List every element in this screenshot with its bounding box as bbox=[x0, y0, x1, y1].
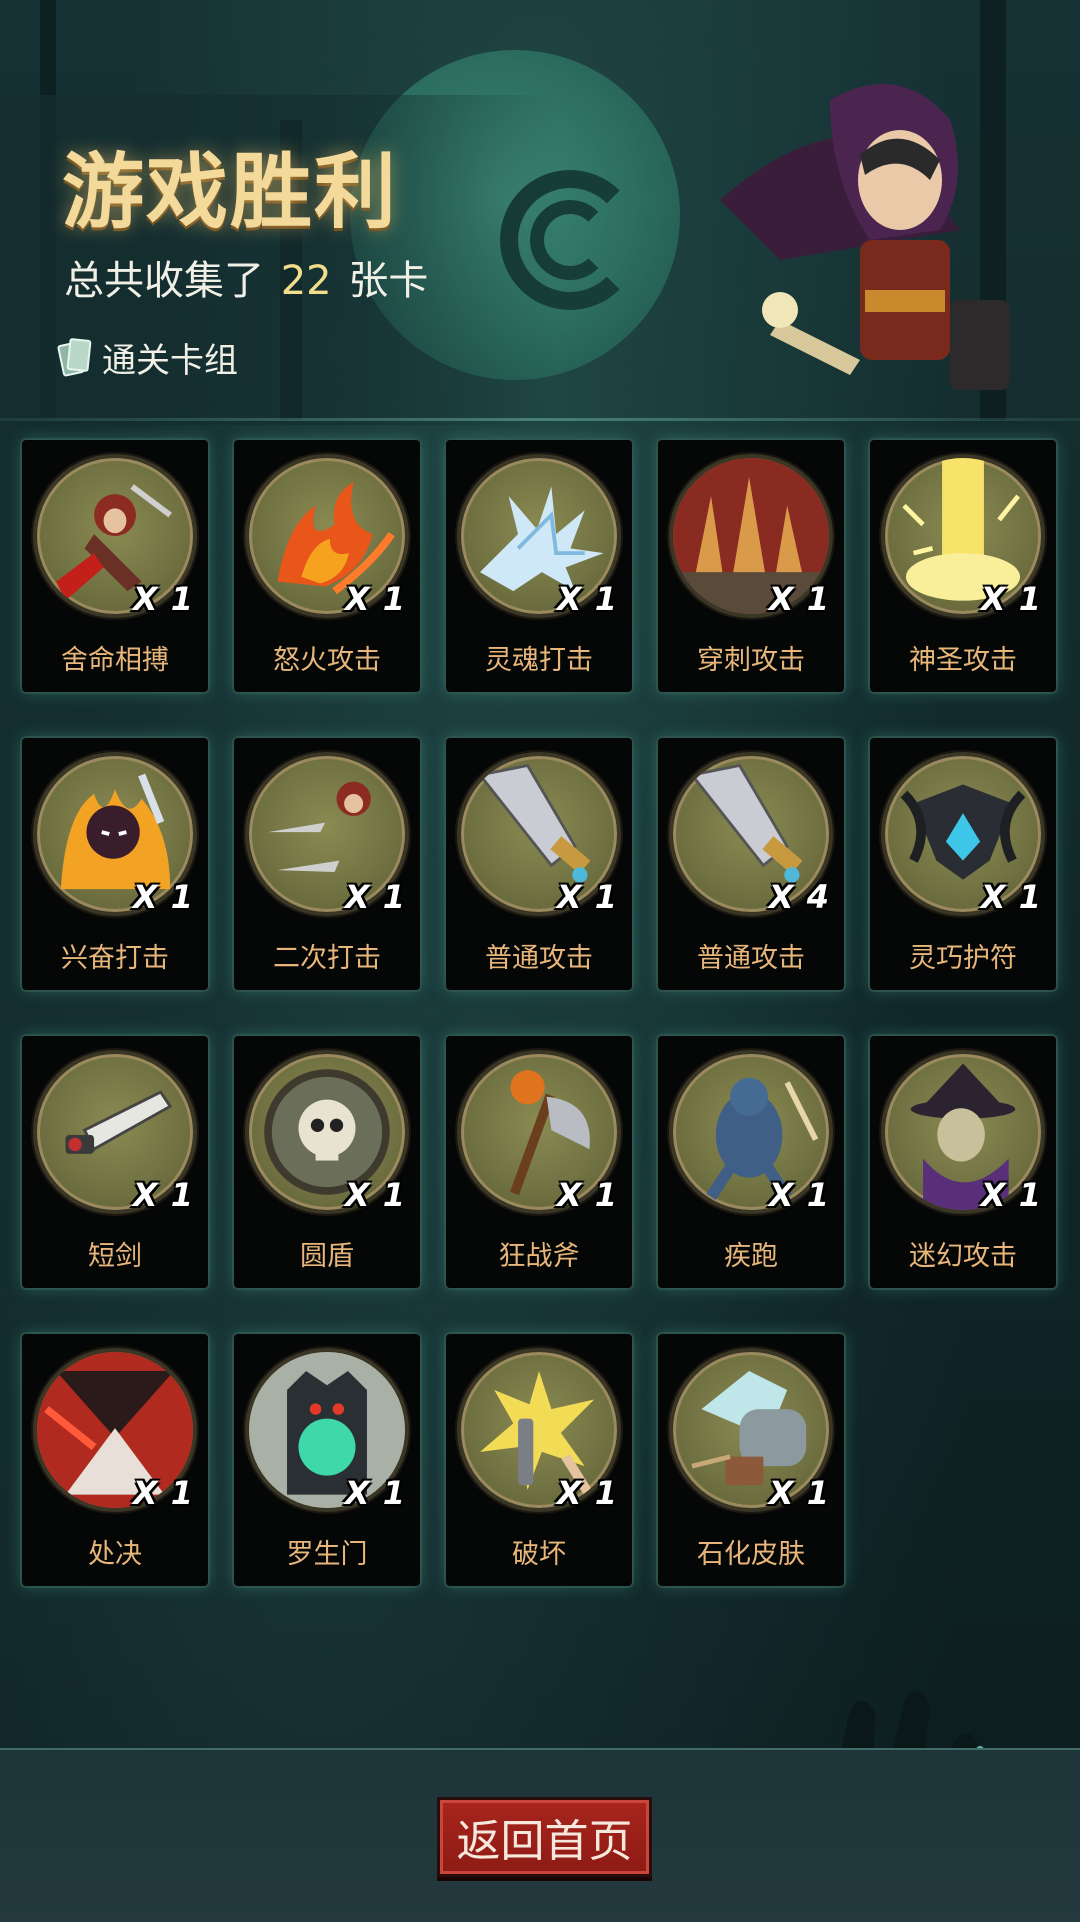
card-quantity: X 1 bbox=[980, 1176, 1042, 1214]
card-count: 22 bbox=[280, 258, 332, 304]
card-quantity: X 1 bbox=[980, 580, 1042, 618]
card-tile[interactable]: X 1 二次打击 bbox=[234, 738, 420, 990]
card-name: 疾跑 bbox=[724, 1241, 778, 1272]
card-name: 处决 bbox=[88, 1539, 142, 1570]
divider bbox=[0, 418, 1080, 421]
card-tile[interactable]: X 1 疾跑 bbox=[658, 1036, 844, 1288]
card-name: 神圣攻击 bbox=[909, 645, 1017, 676]
deck-label-text: 通关卡组 bbox=[102, 341, 238, 381]
card-name: 迷幻攻击 bbox=[909, 1241, 1017, 1272]
card-quantity: X 1 bbox=[556, 1474, 618, 1512]
summary-prefix: 总共收集了 bbox=[64, 258, 264, 304]
summary-suffix: 张卡 bbox=[348, 258, 429, 304]
card-name: 怒火攻击 bbox=[273, 645, 381, 676]
card-name: 灵魂打击 bbox=[485, 645, 593, 676]
card-tile[interactable]: X 1 石化皮肤 bbox=[658, 1334, 844, 1586]
card-quantity: X 1 bbox=[556, 1176, 618, 1214]
card-quantity: X 1 bbox=[768, 1176, 830, 1214]
card-name: 二次打击 bbox=[273, 943, 381, 974]
card-tile[interactable]: X 1 兴奋打击 bbox=[22, 738, 208, 990]
card-quantity: X 1 bbox=[132, 1474, 194, 1512]
card-tile[interactable]: X 1 怒火攻击 bbox=[234, 440, 420, 692]
card-grid: X 1 舍命相搏 X 1 怒火攻击 X 1 灵魂打击 X 1 穿刺攻击 X 1 神圣攻击 X 1 兴奋… bbox=[22, 440, 1062, 1586]
card-name: 圆盾 bbox=[300, 1241, 354, 1272]
card-name: 灵巧护符 bbox=[909, 943, 1017, 974]
card-tile[interactable]: X 1 普通攻击 bbox=[446, 738, 632, 990]
card-tile[interactable]: X 1 舍命相搏 bbox=[22, 440, 208, 692]
card-tile[interactable]: X 4 普通攻击 bbox=[658, 738, 844, 990]
card-name: 破坏 bbox=[512, 1539, 566, 1570]
card-quantity: X 1 bbox=[768, 580, 830, 618]
card-quantity: X 1 bbox=[344, 1474, 406, 1512]
card-quantity: X 1 bbox=[344, 580, 406, 618]
card-quantity: X 4 bbox=[768, 878, 830, 916]
card-name: 兴奋打击 bbox=[61, 943, 169, 974]
card-tile[interactable]: X 1 处决 bbox=[22, 1334, 208, 1586]
return-home-button[interactable]: 返回首页 bbox=[437, 1797, 652, 1877]
card-quantity: X 1 bbox=[344, 878, 406, 916]
card-quantity: X 1 bbox=[768, 1474, 830, 1512]
card-quantity: X 1 bbox=[556, 878, 618, 916]
card-quantity: X 1 bbox=[132, 1176, 194, 1214]
victory-title: 游戏胜利 bbox=[62, 145, 399, 240]
card-name: 石化皮肤 bbox=[697, 1539, 805, 1570]
collected-summary: 总共收集了 22 张卡 bbox=[64, 248, 428, 306]
card-tile[interactable]: X 1 罗生门 bbox=[234, 1334, 420, 1586]
card-name: 穿刺攻击 bbox=[697, 645, 805, 676]
card-quantity: X 1 bbox=[132, 878, 194, 916]
card-tile[interactable]: X 1 神圣攻击 bbox=[870, 440, 1056, 692]
card-tile[interactable]: X 1 圆盾 bbox=[234, 1036, 420, 1288]
card-name: 普通攻击 bbox=[485, 943, 593, 974]
card-quantity: X 1 bbox=[132, 580, 194, 618]
card-tile[interactable]: X 1 狂战斧 bbox=[446, 1036, 632, 1288]
card-tile[interactable]: X 1 破坏 bbox=[446, 1334, 632, 1586]
card-quantity: X 1 bbox=[344, 1176, 406, 1214]
card-name: 短剑 bbox=[88, 1241, 142, 1272]
card-name: 舍命相搏 bbox=[61, 645, 169, 676]
card-name: 普通攻击 bbox=[697, 943, 805, 974]
cards-icon bbox=[56, 337, 92, 377]
hooded-hero-illustration bbox=[720, 84, 1010, 390]
card-tile[interactable]: X 1 灵巧护符 bbox=[870, 738, 1056, 990]
card-tile[interactable]: X 1 短剑 bbox=[22, 1036, 208, 1288]
card-name: 狂战斧 bbox=[498, 1241, 580, 1272]
card-tile[interactable]: X 1 灵魂打击 bbox=[446, 440, 632, 692]
card-quantity: X 1 bbox=[980, 878, 1042, 916]
deck-section-label: 通关卡组 bbox=[56, 333, 238, 382]
card-tile[interactable]: X 1 穿刺攻击 bbox=[658, 440, 844, 692]
card-name: 罗生门 bbox=[286, 1539, 368, 1570]
card-quantity: X 1 bbox=[556, 580, 618, 618]
card-tile[interactable]: X 1 迷幻攻击 bbox=[870, 1036, 1056, 1288]
